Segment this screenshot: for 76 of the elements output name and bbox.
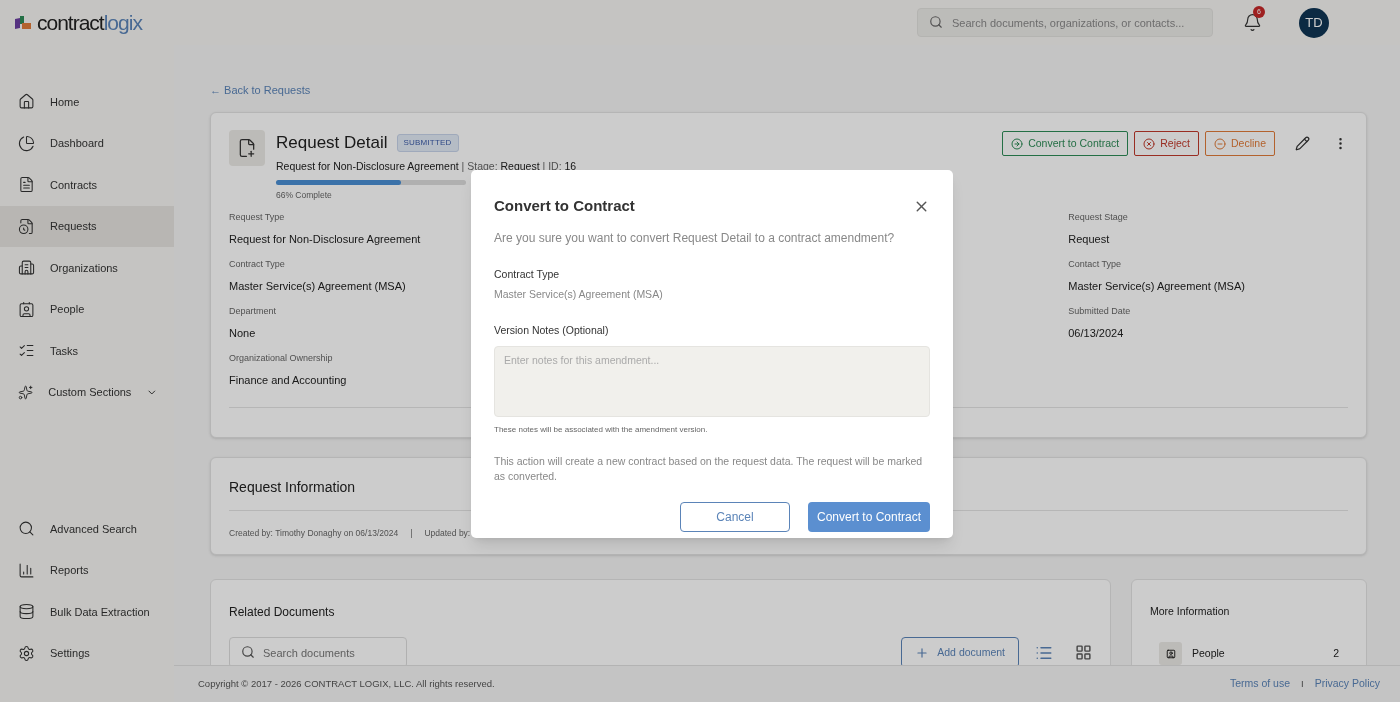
sidebar-item[interactable]: Requests	[0, 205, 174, 247]
database-icon	[18, 603, 35, 621]
separator-text: I	[1301, 676, 1304, 691]
user-avatar[interactable]: TD	[1299, 7, 1329, 38]
field-value: Master Service(s) Agreement (MSA)	[229, 278, 406, 294]
plus-icon	[915, 645, 930, 660]
field-label: Submitted Date	[1068, 305, 1131, 318]
settings-icon	[18, 644, 35, 662]
created-by-text: Created by: Timothy Donaghy on 06/13/2024	[229, 527, 399, 540]
document-plus-icon	[237, 138, 257, 158]
sidebar-item[interactable]: Advanced Search	[0, 508, 174, 550]
search-icon	[929, 15, 943, 29]
pie-chart-icon	[18, 134, 35, 152]
field-label: Contract Type	[494, 266, 561, 282]
copyright-text: Copyright © 2017 - 2026 CONTRACT LOGIX, LLC. All rights reserved.	[198, 676, 495, 691]
x-circle-icon	[1143, 137, 1156, 150]
search-field[interactable]: Search documents, organizations, or contacts...	[917, 8, 1213, 37]
notes-hint: These notes will be associated with the amendment version.	[494, 423, 709, 436]
sidebar-item[interactable]: Settings	[0, 632, 174, 674]
action-button[interactable]: Convert to Contract	[1002, 131, 1129, 156]
info-count: 2	[1333, 645, 1339, 661]
search-icon	[241, 645, 255, 659]
action-button[interactable]: Reject	[1134, 131, 1199, 156]
sidebar-item[interactable]: Organizations	[0, 247, 174, 289]
document-clock-icon	[18, 217, 35, 235]
info-label: People	[1192, 645, 1226, 661]
sidebar-item[interactable]: Home	[0, 81, 174, 123]
field-label: Contract Type	[229, 258, 285, 271]
dialog-title: Convert to Contract	[494, 196, 636, 216]
dialog-question: Are you sure you want to convert Request Detail to a contract amendment?	[494, 229, 896, 247]
document-search-field[interactable]: Search documents	[229, 637, 407, 665]
sidebar-item[interactable]: Dashboard	[0, 122, 174, 164]
field-value: 06/13/2024	[1068, 325, 1124, 341]
status-badge: SUBMITTED	[396, 133, 459, 152]
section-title: More Information	[1150, 605, 1230, 617]
contact-card-icon	[18, 300, 35, 318]
field-value: None	[229, 325, 256, 341]
field-value: Request for Non-Disclosure Agreement	[229, 231, 421, 247]
sparkles-icon	[18, 383, 34, 401]
request-title: Request Detail	[276, 132, 388, 154]
document-icon	[18, 176, 35, 194]
arrow-circle-icon	[1011, 137, 1024, 150]
logo-text: contractlogix	[37, 9, 142, 36]
home-icon	[18, 93, 35, 111]
field-label: Contact Type	[1068, 258, 1122, 271]
field-value: Master Service(s) Agreement (MSA)	[494, 287, 664, 303]
dialog-note: This action will create a new contract based on the request data. The request will be marked as converted.	[494, 453, 924, 484]
building-icon	[18, 259, 35, 277]
person-icon	[1165, 648, 1176, 659]
bar-chart-icon	[18, 561, 35, 579]
field-value: Finance and Accounting	[229, 372, 347, 388]
updated-by-text: Updated by:	[424, 527, 471, 540]
separator-text: |	[410, 527, 413, 540]
sidebar-item[interactable]: Contracts	[0, 164, 174, 206]
field-label: Request Type	[229, 211, 285, 224]
field-label: Department	[229, 305, 277, 318]
field-label: Version Notes (Optional)	[494, 323, 610, 338]
bell-icon[interactable]	[1243, 13, 1262, 32]
logo-icon	[14, 14, 32, 31]
progress-label: 66% Complete	[276, 189, 333, 202]
minus-circle-icon	[1213, 137, 1226, 150]
section-title: Related Documents	[229, 605, 335, 619]
field-value: Request	[1068, 231, 1110, 247]
sidebar-item[interactable]: Tasks	[0, 330, 174, 372]
search-icon	[18, 520, 35, 538]
sidebar-item[interactable]: Bulk Data Extraction	[0, 591, 174, 633]
sidebar-item[interactable]: People	[0, 288, 174, 330]
cancel-button[interactable]: Cancel	[680, 501, 790, 532]
edit-icon[interactable]	[1295, 136, 1310, 151]
field-label: Organizational Ownership	[229, 352, 333, 365]
sidebar-item[interactable]: Reports	[0, 549, 174, 591]
sidebar-item[interactable]: Custom Sections	[0, 371, 174, 413]
field-label: Request Stage	[1068, 211, 1128, 224]
notes-field[interactable]: Enter notes for this amendment...	[494, 345, 930, 417]
grid-view-icon[interactable]	[1075, 644, 1092, 661]
field-value: Master Service(s) Agreement (MSA)	[1068, 278, 1245, 294]
